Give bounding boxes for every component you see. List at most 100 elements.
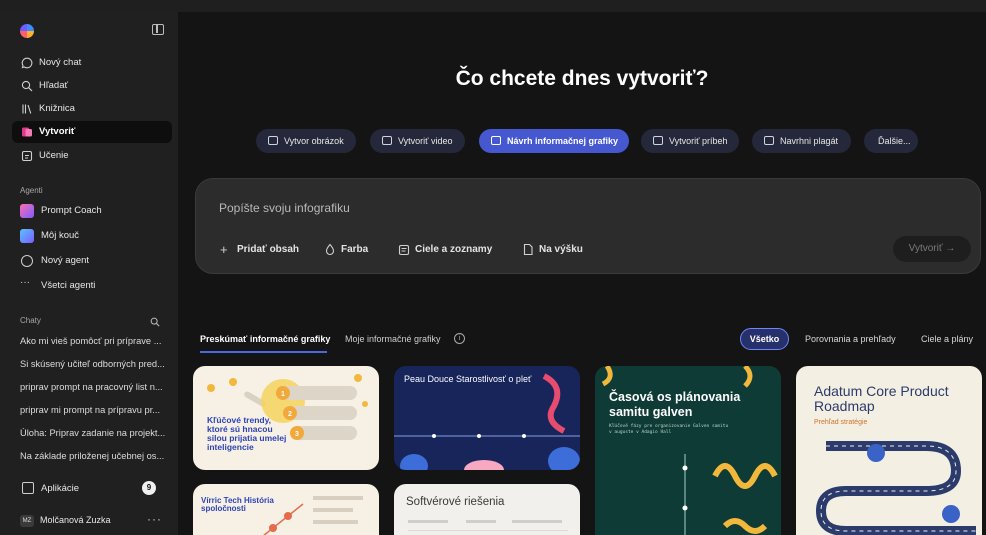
create-icon [20, 125, 34, 139]
card-title: Peau Douce Starostlivosť o pleť [404, 374, 532, 384]
agent-new-agent[interactable]: Nový agent [12, 250, 172, 272]
chip-infographic[interactable]: Návrh informačnej grafiky [479, 129, 629, 153]
card-subtitle: Kľúčové fázy pre organizovanie Galven sa… [609, 424, 729, 435]
user-profile[interactable]: MZ Molčanová Zuzka ··· [12, 510, 172, 532]
agent-prompt-coach[interactable]: Prompt Coach [12, 200, 172, 222]
user-name: Molčanová Zuzka [40, 515, 111, 525]
chip-label: Vytvoriť video [398, 136, 453, 146]
sidebar-item-label: Knižnica [39, 103, 75, 114]
infographic-card[interactable]: Peau Douce Starostlivosť o pleť [394, 366, 580, 470]
infographic-card[interactable]: Vírric Tech História spoločnosti [193, 484, 379, 535]
filter-goals-plans[interactable]: Ciele a plány [921, 334, 973, 344]
chip-create-video[interactable]: Vytvoriť video [370, 129, 465, 153]
sidebar-item-label: Hľadať [39, 80, 69, 91]
chip-create-story[interactable]: Vytvoriť príbeh [641, 129, 739, 153]
agent-all-agents[interactable]: ··· Všetci agenti [12, 275, 172, 297]
chip-label: Vytvoriť príbeh [669, 136, 728, 146]
chip-more[interactable]: Ďalšie... [864, 129, 918, 153]
agent-my-coach[interactable]: Môj kouč [12, 225, 172, 247]
tool-label: Pridať obsah [237, 244, 300, 255]
sidebar-item-library[interactable]: Knižnica [12, 98, 172, 120]
create-submit-button[interactable]: Vytvoriť → [893, 236, 971, 262]
chat-history-item[interactable]: Na základe priloženej učebnej os... [20, 451, 172, 461]
chip-create-image[interactable]: Vytvor obrázok [256, 129, 356, 153]
tab-explore-infographics[interactable]: Preskúmať informačné grafiky [200, 334, 330, 344]
apps-grid-icon [22, 482, 34, 494]
library-icon [20, 102, 34, 116]
card-illustration [408, 520, 568, 531]
svg-text:1: 1 [281, 391, 285, 398]
chat-history-item[interactable]: priprav prompt na pracovný list n... [20, 382, 172, 392]
sidebar-item-label: Učenie [39, 150, 69, 161]
chat-history-item[interactable]: priprav mi prompt na prípravu pr... [20, 405, 172, 415]
chat-bubble-icon [20, 56, 34, 70]
more-options-icon[interactable]: ··· [147, 512, 162, 526]
tab-my-infographics[interactable]: Moje informačné grafiky [345, 334, 441, 344]
sidebar-item-new-chat[interactable]: Nový chat [12, 52, 172, 74]
active-tab-indicator [200, 351, 327, 353]
color-drop-icon [324, 243, 336, 256]
chip-label: Návrh informačnej grafiky [507, 136, 619, 146]
chats-section-label: Chaty [20, 316, 41, 325]
sidebar-item-label: Vytvoriť [39, 126, 76, 137]
card-title: Vírric Tech História spoločnosti [201, 496, 274, 514]
video-icon [382, 136, 392, 145]
tool-label: Farba [341, 244, 369, 255]
chip-label: Navrhni plagát [780, 136, 839, 146]
goals-icon [398, 243, 410, 256]
card-title: Časová os plánovania samitu galven [609, 390, 741, 419]
collapse-sidebar-icon[interactable] [152, 24, 164, 35]
infographic-card[interactable]: Časová os plánovania samitu galven Kľúčo… [595, 366, 781, 535]
sidebar-item-apps[interactable]: Aplikácie 9 [12, 478, 172, 500]
sidebar-item-learning[interactable]: Učenie [12, 145, 172, 167]
more-dots-icon: ··· [20, 277, 30, 288]
info-icon[interactable]: i [454, 333, 465, 344]
search-icon [20, 79, 34, 93]
image-icon [268, 136, 278, 145]
chat-search-icon[interactable] [150, 314, 160, 332]
prompt-input[interactable] [219, 199, 719, 217]
my-coach-icon [20, 229, 34, 243]
filter-all[interactable]: Všetko [740, 328, 789, 350]
main-content: Čo chcete dnes vytvoriť? Vytvor obrázok … [178, 12, 986, 535]
gallery-tabs: Preskúmať informačné grafiky Moje inform… [178, 328, 986, 356]
infographic-icon [491, 136, 501, 145]
sidebar-item-search[interactable]: Hľadať [12, 75, 172, 97]
filter-comparisons[interactable]: Porovnania a prehľady [805, 334, 896, 344]
svg-text:3: 3 [295, 431, 299, 438]
story-icon [653, 136, 663, 145]
prompt-composer: + Pridať obsah Farba Ciele a zoznamy Na [195, 178, 981, 274]
plus-icon: + [220, 242, 228, 257]
card-title: Adatum Core Product Roadmap [814, 383, 949, 415]
sidebar: Nový chat Hľadať Knižnica Vytvoriť Učeni… [0, 12, 178, 535]
chip-label: Ďalšie... [878, 136, 911, 146]
sidebar-item-create[interactable]: Vytvoriť [12, 121, 172, 143]
agent-label: Prompt Coach [41, 205, 102, 216]
agent-label: Všetci agenti [41, 280, 96, 291]
card-title: Softvérové riešenia [406, 496, 505, 508]
card-subtitle: Prehľad stratégie [814, 419, 868, 426]
title-bar [0, 0, 986, 12]
portrait-page-icon [522, 243, 534, 256]
tool-label: Na výšku [539, 244, 583, 255]
sidebar-header [20, 22, 170, 42]
page-title: Čo chcete dnes vytvoriť? [455, 67, 709, 90]
agents-section-label: Agenti [20, 186, 43, 195]
chip-design-poster[interactable]: Navrhni plagát [752, 129, 851, 153]
learning-icon [20, 149, 34, 163]
chat-history-item[interactable]: Úloha: Priprav zadanie na projekt... [20, 428, 172, 438]
infographic-card[interactable]: 1 2 3 Kľúčové trendy, ktoré sú hnacou si… [193, 366, 379, 470]
chip-label: Vytvor obrázok [284, 136, 344, 146]
avatar: MZ [20, 515, 34, 527]
copilot-logo-icon[interactable] [20, 24, 34, 38]
copilot-app: Nový chat Hľadať Knižnica Vytvoriť Učeni… [0, 0, 986, 535]
new-agent-icon [21, 255, 33, 267]
tool-label: Ciele a zoznamy [415, 244, 493, 255]
poster-icon [764, 136, 774, 145]
card-title: Kľúčové trendy, ktoré sú hnacou silou pr… [207, 415, 287, 452]
chat-history-item[interactable]: Si skúsený učiteľ odborných pred... [20, 359, 172, 369]
infographic-card[interactable]: Softvérové riešenia [394, 484, 580, 535]
infographic-card[interactable]: Adatum Core Product Roadmap Prehľad stra… [796, 366, 982, 535]
chat-history-item[interactable]: Ako mi vieš pomôcť pri príprave ... [20, 336, 172, 346]
apps-label: Aplikácie [41, 483, 80, 494]
